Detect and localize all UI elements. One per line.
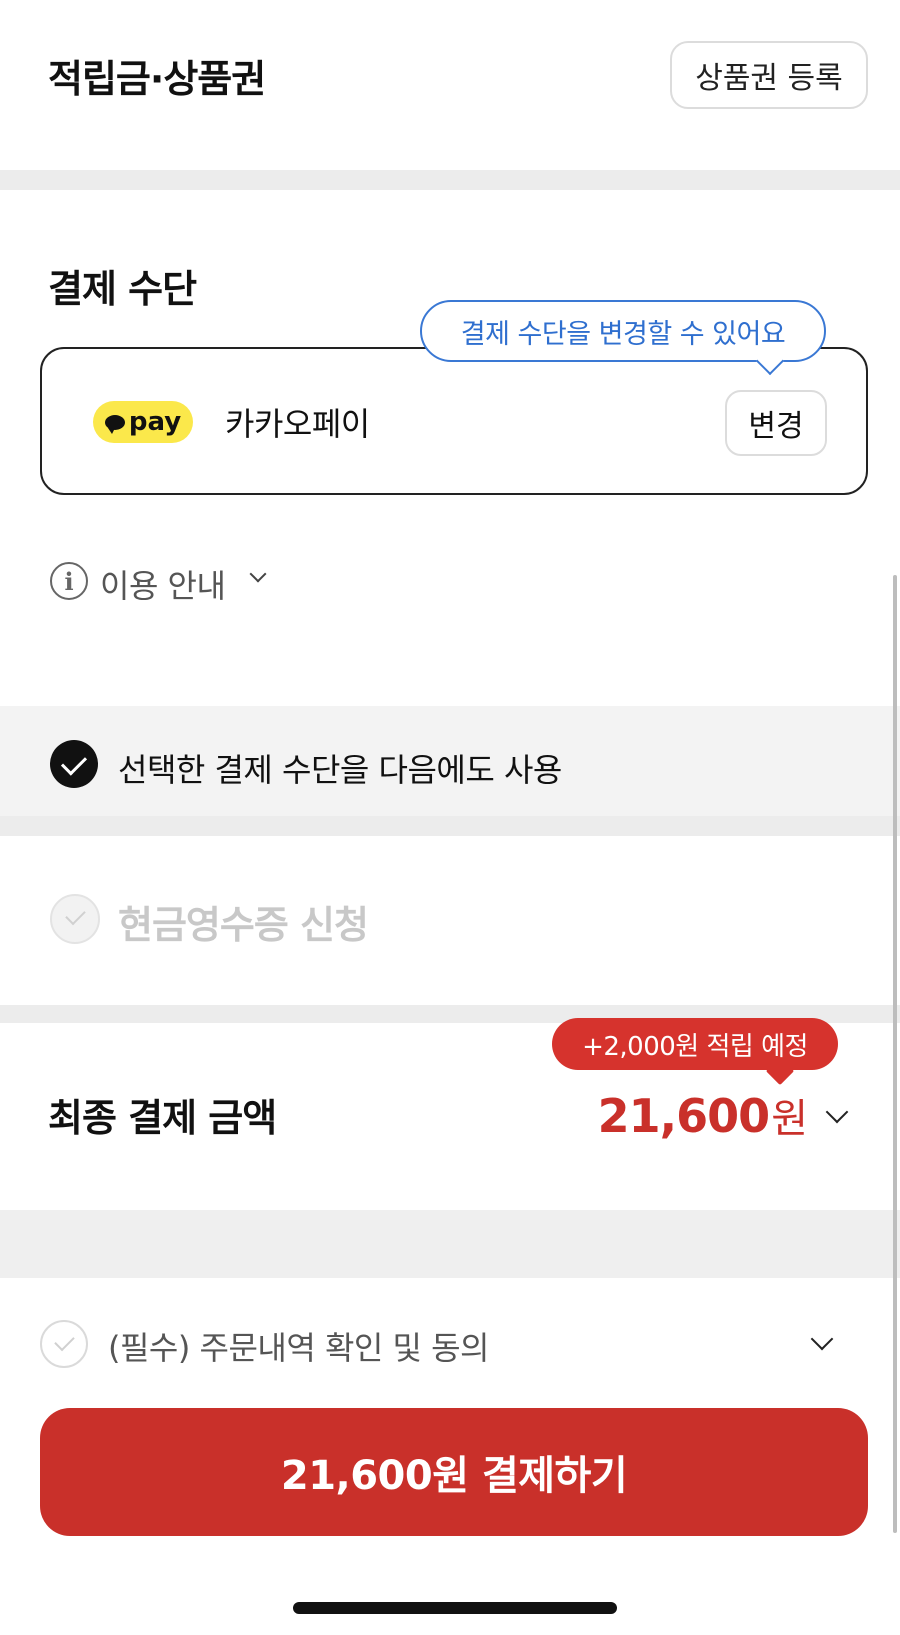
reward-points-badge: +2,000원 적립 예정 (552, 1018, 838, 1070)
chevron-down-icon[interactable] (825, 1100, 849, 1124)
kakaopay-badge-text: pay (128, 407, 182, 437)
final-amount-unit: 원 (771, 1096, 808, 1142)
cash-receipt-label[interactable]: 현금영수증 신청 (118, 894, 369, 949)
final-amount: 21,600 원 (598, 1086, 808, 1144)
final-payment-title: 최종 결제 금액 (48, 1096, 277, 1140)
agreement-checkbox-icon[interactable] (40, 1320, 88, 1368)
reuse-method-label[interactable]: 선택한 결제 수단을 다음에도 사용 (118, 745, 562, 791)
speech-bubble-icon (104, 414, 125, 434)
section-divider (0, 170, 900, 190)
pay-button[interactable]: 21,600원 결제하기 (40, 1408, 868, 1536)
chevron-down-icon[interactable] (810, 1327, 834, 1351)
register-gift-card-button[interactable]: 상품권 등록 (670, 41, 868, 109)
section-divider (0, 816, 900, 836)
usage-info-toggle[interactable]: 이용 안내 (100, 561, 226, 607)
payment-method-card[interactable]: pay 카카오페이 변경 (40, 347, 868, 495)
checkbox-checked-icon[interactable] (50, 740, 98, 788)
scrollbar[interactable] (893, 575, 897, 1533)
final-amount-value: 21,600 (597, 1089, 771, 1143)
info-icon: i (50, 562, 88, 600)
payment-method-title: 결제 수단 (48, 267, 197, 311)
bottom-gray-area (0, 1210, 900, 1278)
kakaopay-logo: pay (93, 401, 193, 443)
points-section-title: 적립금·상품권 (48, 57, 266, 101)
change-method-tooltip: 결제 수단을 변경할 수 있어요 (420, 300, 826, 362)
agreement-label[interactable]: (필수) 주문내역 확인 및 동의 (108, 1323, 490, 1369)
chevron-down-icon[interactable] (249, 565, 267, 583)
cash-receipt-checkbox-icon[interactable] (50, 894, 100, 944)
home-indicator (293, 1602, 617, 1614)
payment-method-name: 카카오페이 (225, 405, 370, 443)
change-payment-method-button[interactable]: 변경 (725, 390, 827, 456)
